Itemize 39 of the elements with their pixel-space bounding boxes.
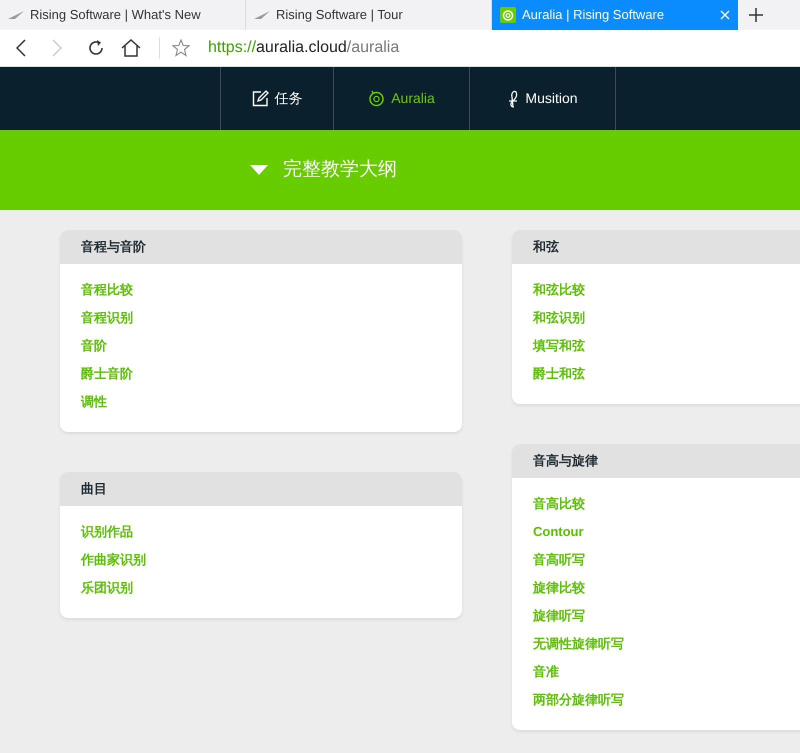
card-header: 音程与音阶 bbox=[60, 230, 462, 264]
spiral-icon bbox=[500, 7, 516, 23]
exercise-link[interactable]: 填写和弦 bbox=[533, 332, 585, 360]
refresh-icon[interactable] bbox=[87, 39, 105, 57]
syllabus-toggle[interactable]: 完整教学大纲 bbox=[250, 156, 397, 184]
exercise-link[interactable]: 音程比较 bbox=[81, 276, 133, 304]
exercise-link[interactable]: 音高比较 bbox=[533, 490, 585, 518]
browser-tab[interactable]: Auralia | Rising Software bbox=[492, 0, 738, 30]
exercise-link[interactable]: 爵士和弦 bbox=[533, 360, 585, 388]
exercise-link[interactable]: 音阶 bbox=[81, 332, 107, 360]
exercise-link[interactable]: 作曲家识别 bbox=[81, 546, 146, 574]
wing-icon bbox=[8, 10, 24, 20]
exercise-link[interactable]: 音准 bbox=[533, 658, 559, 686]
edit-icon bbox=[252, 90, 268, 107]
card-header: 曲目 bbox=[60, 472, 462, 506]
exercise-link[interactable]: 识别作品 bbox=[81, 518, 133, 546]
close-icon[interactable] bbox=[720, 10, 730, 20]
exercise-link[interactable]: 和弦识别 bbox=[533, 304, 585, 332]
exercise-link[interactable]: 旋律比较 bbox=[533, 574, 585, 602]
card-header: 音高与旋律 bbox=[512, 444, 800, 478]
exercise-link[interactable]: 音程识别 bbox=[81, 304, 133, 332]
spiral-icon bbox=[368, 90, 386, 107]
exercise-link[interactable]: 调性 bbox=[81, 388, 107, 416]
clef-icon bbox=[507, 90, 520, 108]
exercise-link[interactable]: 两部分旋律听写 bbox=[533, 686, 624, 714]
exercise-link[interactable]: 乐团识别 bbox=[81, 574, 133, 602]
exercise-link[interactable]: Contour bbox=[533, 518, 584, 546]
exercise-link[interactable]: 无调性旋律听写 bbox=[533, 630, 624, 658]
card-header: 和弦 bbox=[512, 230, 800, 264]
wing-icon bbox=[254, 10, 270, 20]
exercise-link[interactable]: 爵士音阶 bbox=[81, 360, 133, 388]
home-icon[interactable] bbox=[121, 39, 141, 57]
exercise-link[interactable]: 和弦比较 bbox=[533, 276, 585, 304]
exercise-link[interactable]: 旋律听写 bbox=[533, 602, 585, 630]
star-icon[interactable] bbox=[172, 39, 190, 57]
exercise-link[interactable]: 音高听写 bbox=[533, 546, 585, 574]
back-icon[interactable] bbox=[16, 39, 26, 57]
new-tab-icon[interactable] bbox=[749, 8, 763, 22]
url-text[interactable]: https://auralia.cloud/auralia bbox=[208, 36, 400, 60]
